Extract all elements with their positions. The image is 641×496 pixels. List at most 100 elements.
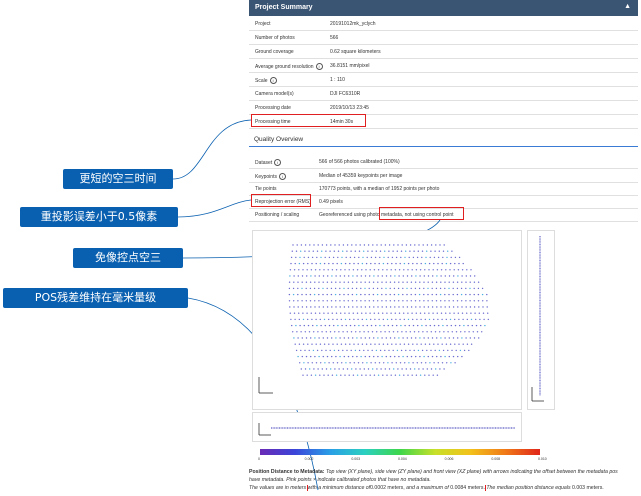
camera-position-point xyxy=(329,349,331,352)
camera-position-point xyxy=(419,281,421,283)
camera-position-point xyxy=(424,318,426,321)
camera-position-point xyxy=(403,269,405,271)
camera-position-point xyxy=(398,281,400,283)
camera-position-point xyxy=(353,262,355,265)
camera-position-point xyxy=(394,374,397,376)
camera-position-point xyxy=(360,300,362,302)
camera-position-point xyxy=(440,312,443,314)
camera-position-point xyxy=(307,362,309,364)
camera-position-point xyxy=(335,355,337,358)
camera-position-point xyxy=(357,343,359,345)
camera-position-point xyxy=(426,244,429,246)
camera-position-point xyxy=(465,281,467,283)
camera-position-point xyxy=(343,293,345,296)
camera-position-point xyxy=(371,349,373,352)
camera-position-point xyxy=(385,300,387,302)
camera-position-point xyxy=(461,275,463,277)
camera-position-point xyxy=(431,281,434,283)
camera-position-point xyxy=(333,324,335,327)
camera-position-point xyxy=(297,306,299,308)
camera-position-point xyxy=(478,312,480,314)
camera-position-point xyxy=(355,368,357,370)
camera-position-point xyxy=(322,287,324,290)
camera-position-point xyxy=(379,324,381,327)
camera-position-point xyxy=(347,337,350,339)
camera-position-point xyxy=(443,244,445,246)
camera-position-point xyxy=(473,300,475,302)
camera-position-point xyxy=(477,281,480,283)
camera-position-point xyxy=(389,287,391,290)
camera-position-point xyxy=(293,269,296,271)
camera-position-point xyxy=(432,275,434,277)
camera-position-point xyxy=(428,262,431,265)
camera-position-point xyxy=(438,349,441,352)
front-view-svg xyxy=(258,423,515,436)
camera-position-point xyxy=(304,244,307,246)
camera-position-point xyxy=(438,250,440,252)
camera-position-point xyxy=(348,269,350,271)
camera-position-point xyxy=(473,306,476,308)
camera-position-point xyxy=(461,300,463,302)
camera-position-point xyxy=(405,250,407,252)
camera-position-point xyxy=(368,306,371,308)
camera-position-point xyxy=(435,281,438,283)
camera-position-point xyxy=(377,306,379,308)
camera-position-point xyxy=(334,287,337,290)
camera-position-point xyxy=(473,337,476,339)
camera-position-point xyxy=(382,262,385,265)
camera-position-point xyxy=(422,368,424,370)
camera-position-point xyxy=(350,250,352,252)
camera-position-point xyxy=(295,349,298,352)
camera-position-point xyxy=(420,343,422,345)
camera-position-point xyxy=(463,324,465,327)
camera-position-point xyxy=(378,262,380,265)
camera-position-point xyxy=(302,343,305,345)
camera-position-point xyxy=(465,287,467,290)
camera-position-point xyxy=(427,355,429,358)
camera-position-point xyxy=(313,287,316,290)
camera-position-point xyxy=(330,368,332,370)
camera-position-point xyxy=(398,337,400,339)
camera-position-point xyxy=(397,287,400,290)
camera-position-point xyxy=(425,324,427,327)
camera-position-point xyxy=(291,250,293,252)
camera-position-point xyxy=(472,331,474,333)
camera-position-point xyxy=(382,269,384,271)
camera-position-point xyxy=(431,293,433,296)
camera-position-point xyxy=(461,269,464,271)
camera-position-point xyxy=(335,275,337,277)
camera-position-point xyxy=(396,349,399,352)
camera-position-point xyxy=(384,331,386,333)
camera-position-point xyxy=(375,349,378,352)
camera-position-point xyxy=(361,343,364,345)
camera-position-point xyxy=(325,244,328,246)
camera-position-point xyxy=(454,262,456,265)
camera-position-point xyxy=(319,312,321,314)
camera-position-point xyxy=(402,300,404,302)
camera-position-point xyxy=(373,355,375,358)
camera-position-point xyxy=(307,318,309,321)
camera-position-point xyxy=(409,349,411,352)
camera-position-point xyxy=(439,287,442,290)
camera-position-point xyxy=(377,355,379,358)
camera-position-point xyxy=(430,349,432,352)
camera-position-point xyxy=(381,355,383,358)
camera-position-point xyxy=(313,244,315,246)
camera-position-point xyxy=(443,368,445,370)
camera-position-point xyxy=(353,362,355,364)
camera-position-point xyxy=(431,337,434,339)
camera-position-point xyxy=(306,269,308,271)
camera-position-point xyxy=(452,281,455,283)
camera-position-point xyxy=(297,337,299,339)
camera-position-point xyxy=(288,287,291,290)
camera-position-point xyxy=(475,324,478,327)
camera-position-point xyxy=(423,275,425,277)
camera-position-point xyxy=(322,337,324,339)
camera-position-point xyxy=(340,269,342,271)
max-distance-value: 0.0084 meters. xyxy=(450,485,485,491)
camera-position-point xyxy=(310,269,313,271)
camera-position-point xyxy=(487,312,489,314)
camera-position-point xyxy=(421,250,424,252)
camera-position-point xyxy=(382,312,384,314)
camera-position-point xyxy=(389,281,392,283)
